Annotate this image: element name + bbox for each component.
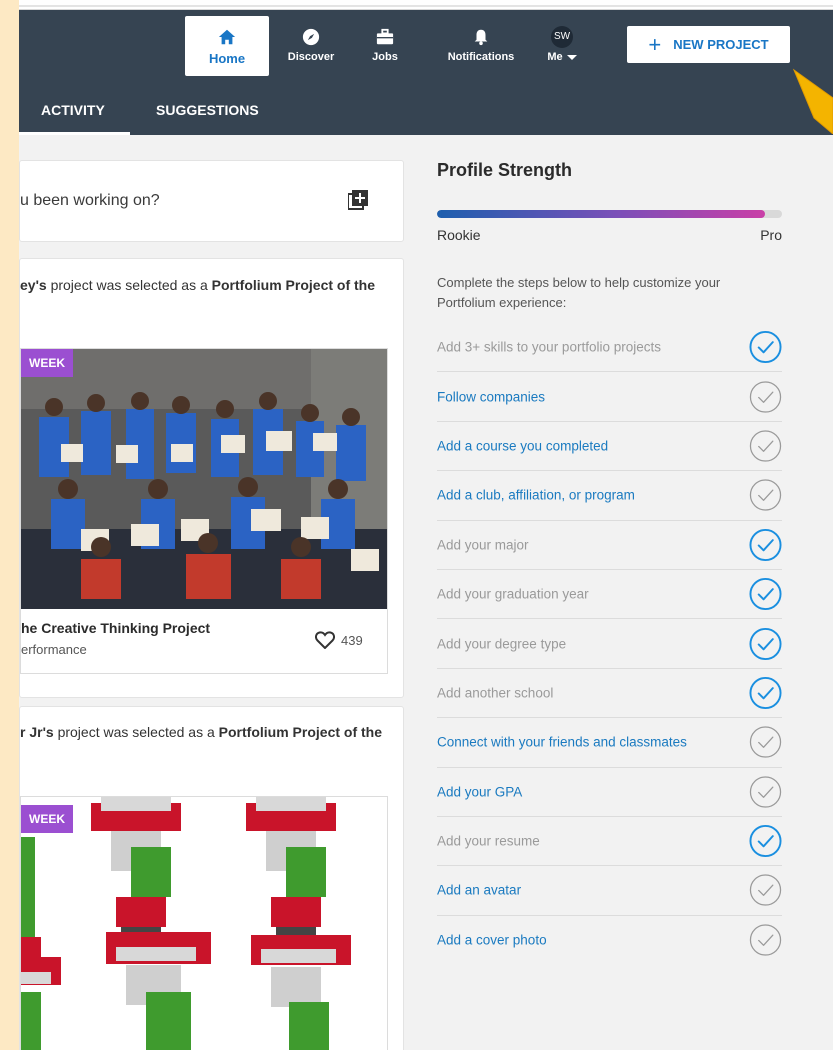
profile-step[interactable]: Add your major bbox=[437, 521, 782, 570]
profile-step-label[interactable]: Add a course you completed bbox=[437, 438, 608, 453]
profile-step[interactable]: Add your resume bbox=[437, 817, 782, 867]
profile-step[interactable]: Add your degree type bbox=[437, 619, 782, 669]
nav-notifications-label: Notifications bbox=[447, 51, 515, 63]
profile-step-label[interactable]: Add a cover photo bbox=[437, 933, 547, 948]
browser-top-edge bbox=[19, 0, 833, 10]
profile-strength-intro: Complete the steps below to help customi… bbox=[437, 275, 721, 310]
check-complete-icon bbox=[749, 528, 782, 561]
profile-step-label: Add your major bbox=[437, 537, 529, 553]
bell-icon bbox=[474, 29, 488, 46]
nav-discover[interactable]: Discover bbox=[269, 16, 353, 74]
profile-step[interactable]: Follow companies bbox=[437, 372, 782, 422]
briefcase-icon bbox=[376, 28, 394, 45]
profile-step-label: Add your degree type bbox=[437, 636, 567, 652]
plus-icon: + bbox=[648, 31, 662, 57]
profile-step[interactable]: Add an avatar bbox=[437, 866, 782, 916]
profile-step-label[interactable]: Add an avatar bbox=[437, 883, 521, 898]
profile-step-label[interactable]: Add a club, affiliation, or program bbox=[437, 488, 635, 503]
tab-suggestions[interactable]: SUGGESTIONS bbox=[156, 96, 259, 135]
week-badge: WEEK bbox=[21, 805, 73, 833]
home-icon bbox=[218, 29, 236, 45]
profile-strength-bar bbox=[437, 210, 782, 218]
profile-step-label: Add 3+ skills to your portfolio projects bbox=[437, 339, 661, 355]
profile-strength-panel: Profile Strength Rookie Pro Complete the… bbox=[437, 160, 782, 957]
check-pending-icon bbox=[749, 874, 782, 907]
profile-step-label[interactable]: Connect with your friends and classmates bbox=[437, 735, 687, 750]
week-badge: WEEK bbox=[21, 349, 73, 377]
check-pending-icon bbox=[749, 479, 782, 512]
project-cover-image bbox=[21, 349, 387, 609]
post-award: Portfolium Project of the bbox=[211, 277, 376, 293]
pointer-cursor-icon bbox=[792, 68, 833, 134]
profile-step-label[interactable]: Add your GPA bbox=[437, 784, 522, 799]
profile-step[interactable]: Add a club, affiliation, or program bbox=[437, 471, 782, 521]
profile-step[interactable]: Add your graduation year bbox=[437, 570, 782, 620]
rookie-label: Rookie bbox=[437, 227, 481, 243]
nav-jobs[interactable]: Jobs bbox=[343, 16, 427, 74]
check-complete-icon bbox=[749, 627, 782, 660]
new-project-label: NEW PROJECT bbox=[673, 37, 769, 52]
profile-strength-title: Profile Strength bbox=[437, 160, 573, 180]
check-pending-icon bbox=[749, 924, 782, 957]
add-media-icon[interactable] bbox=[348, 190, 368, 210]
profile-steps-list: Add 3+ skills to your portfolio projects… bbox=[437, 323, 782, 965]
nav-me[interactable]: SW Me bbox=[527, 16, 597, 74]
project-cover-image bbox=[21, 797, 387, 1050]
check-complete-icon bbox=[749, 578, 782, 611]
check-pending-icon bbox=[749, 430, 782, 462]
nav-me-label: Me bbox=[547, 51, 563, 63]
post-headline-text: project was selected as a bbox=[46, 277, 212, 293]
project-title[interactable]: he Creative Thinking Project bbox=[21, 620, 210, 636]
check-pending-icon bbox=[749, 726, 782, 758]
chevron-down-icon bbox=[566, 54, 577, 60]
left-margin-strip bbox=[0, 0, 19, 1050]
post-headline-text: project was selected as a bbox=[53, 724, 219, 740]
nav-jobs-label: Jobs bbox=[372, 51, 398, 63]
profile-step[interactable]: Add a course you completed bbox=[437, 422, 782, 472]
check-complete-icon bbox=[749, 331, 782, 364]
feed-post: ey's project was selected as a Portfoliu… bbox=[19, 258, 404, 698]
nav-discover-label: Discover bbox=[287, 51, 335, 63]
heart-icon bbox=[315, 631, 335, 649]
profile-step[interactable]: Add your GPA bbox=[437, 768, 782, 817]
project-card[interactable]: WEEK bbox=[20, 348, 388, 674]
like-count: 439 bbox=[341, 632, 363, 648]
profile-step[interactable]: Connect with your friends and classmates bbox=[437, 718, 782, 768]
post-award: Portfolium Project of the bbox=[218, 724, 383, 740]
profile-step[interactable]: Add a cover photo bbox=[437, 916, 782, 965]
pro-label: Pro bbox=[760, 227, 782, 243]
avatar: SW bbox=[551, 26, 573, 48]
composer-placeholder: u been working on? bbox=[20, 192, 160, 209]
post-author[interactable]: r Jr's bbox=[20, 724, 54, 740]
check-complete-icon bbox=[749, 676, 782, 709]
nav-home-label: Home bbox=[208, 51, 246, 66]
profile-step-label: Add another school bbox=[437, 685, 554, 701]
post-headline: r Jr's project was selected as a Portfol… bbox=[20, 724, 382, 740]
post-composer[interactable]: u been working on? bbox=[19, 160, 404, 242]
nav-notifications[interactable]: Notifications bbox=[439, 16, 523, 74]
feed-post: r Jr's project was selected as a Portfol… bbox=[19, 706, 404, 1050]
profile-step-label: Add your graduation year bbox=[437, 586, 589, 602]
nav-home[interactable]: Home bbox=[185, 16, 269, 76]
top-nav: Home Discover Jobs Notifications SW Me +… bbox=[19, 10, 833, 135]
project-card[interactable]: WEEK bbox=[20, 796, 388, 1050]
profile-step-label[interactable]: Follow companies bbox=[437, 389, 545, 404]
profile-step-label: Add your resume bbox=[437, 833, 540, 849]
like-button[interactable]: 439 bbox=[315, 631, 363, 649]
profile-step[interactable]: Add another school bbox=[437, 669, 782, 719]
check-complete-icon bbox=[749, 825, 782, 858]
profile-strength-bar-fill bbox=[437, 210, 765, 218]
new-project-button[interactable]: + NEW PROJECT bbox=[627, 26, 790, 63]
project-subtitle: erformance bbox=[21, 642, 87, 657]
compass-icon bbox=[302, 28, 320, 46]
profile-step[interactable]: Add 3+ skills to your portfolio projects bbox=[437, 323, 782, 373]
post-headline: ey's project was selected as a Portfoliu… bbox=[20, 277, 375, 293]
check-pending-icon bbox=[749, 380, 782, 413]
post-author[interactable]: ey's bbox=[20, 277, 47, 293]
tab-activity[interactable]: ACTIVITY bbox=[19, 96, 130, 135]
check-pending-icon bbox=[749, 776, 782, 808]
